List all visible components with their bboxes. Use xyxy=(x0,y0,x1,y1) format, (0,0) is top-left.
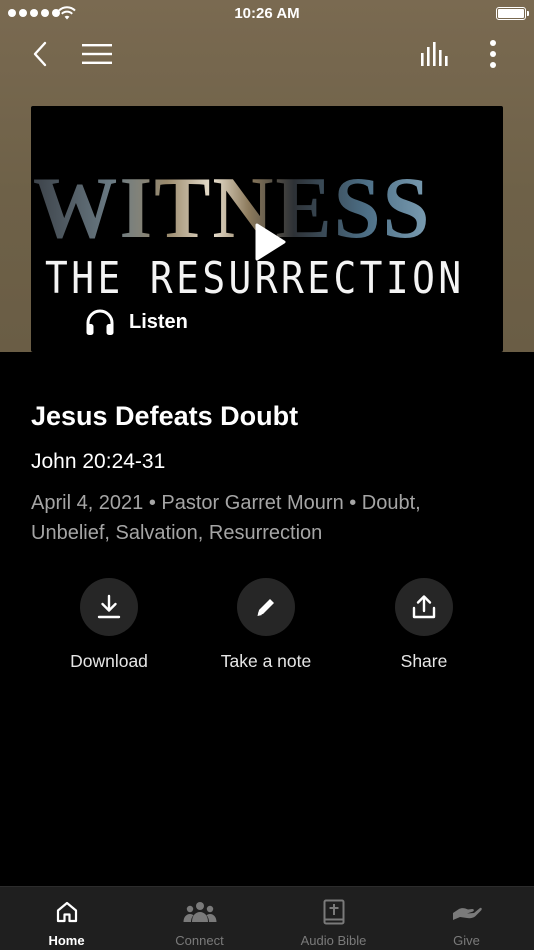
scripture-reference: John 20:24-31 xyxy=(31,450,166,473)
more-vertical-icon xyxy=(490,40,496,68)
menu-button[interactable] xyxy=(78,36,116,72)
more-options-button[interactable] xyxy=(478,36,508,72)
sermon-title: Jesus Defeats Doubt xyxy=(31,401,299,431)
pencil-icon xyxy=(237,578,295,636)
listen-label: Listen xyxy=(129,310,188,333)
audio-bars-icon xyxy=(421,42,448,66)
status-bar: 10:26 AM xyxy=(0,0,534,28)
tab-home-label: Home xyxy=(48,933,85,948)
tab-audio-bible[interactable]: Audio Bible xyxy=(267,887,400,950)
headphones-icon xyxy=(86,309,114,335)
tab-give-label: Give xyxy=(453,933,480,948)
home-icon xyxy=(56,901,77,923)
sermon-artwork: WITNESS THE RESURRECTION Listen xyxy=(31,106,503,352)
share-button[interactable]: Share xyxy=(354,578,494,672)
listen-button[interactable]: Listen xyxy=(85,302,188,342)
share-label: Share xyxy=(400,651,448,671)
battery-icon xyxy=(496,7,529,20)
download-button[interactable]: Download xyxy=(39,578,179,672)
take-note-button[interactable]: Take a note xyxy=(196,578,336,672)
bible-icon xyxy=(323,899,344,925)
artwork-subtitle: THE RESURRECTION xyxy=(45,253,465,304)
tab-home[interactable]: Home xyxy=(0,887,133,950)
giving-hand-icon xyxy=(452,907,482,920)
play-icon[interactable] xyxy=(249,220,289,264)
chevron-left-icon xyxy=(33,41,47,67)
back-button[interactable] xyxy=(24,36,56,72)
sermon-meta: April 4, 2021 • Pastor Garret Mourn • Do… xyxy=(31,492,421,544)
bottom-tab-bar: Home Connect Audio Bible Give xyxy=(0,886,534,950)
tab-give[interactable]: Give xyxy=(400,887,533,950)
audio-bars-button[interactable] xyxy=(416,36,456,72)
hamburger-menu-icon xyxy=(82,44,112,64)
tab-connect[interactable]: Connect xyxy=(133,887,266,950)
tab-connect-label: Connect xyxy=(175,933,224,948)
share-icon xyxy=(395,578,453,636)
take-note-label: Take a note xyxy=(220,651,312,671)
status-time: 10:26 AM xyxy=(234,5,300,22)
download-label: Download xyxy=(70,651,148,671)
people-icon xyxy=(183,902,216,922)
tab-audio-bible-label: Audio Bible xyxy=(300,933,367,948)
download-icon xyxy=(80,578,138,636)
